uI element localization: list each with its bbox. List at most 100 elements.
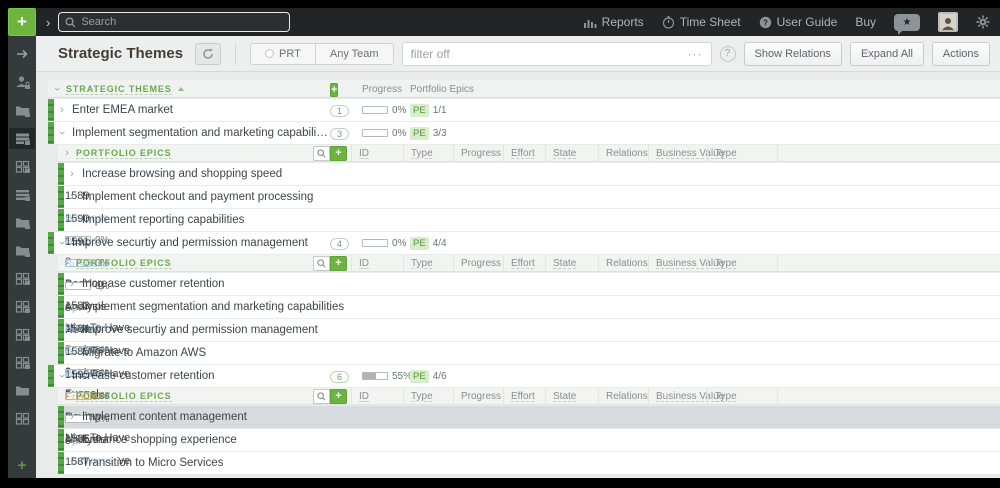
theme-row[interactable]: ›Enter EMEA market10%PE1/1 [48,99,1000,121]
buy-link[interactable]: Buy [855,15,876,29]
column-header-relations[interactable]: Relations [599,148,648,159]
portfolio-epics-label[interactable]: PORTFOLIO EPICS [76,258,172,269]
epic-row[interactable]: ›Implement content management1586Busines… [58,406,1000,428]
theme-row[interactable]: ›Improve securtiy and permission managem… [48,232,1000,254]
filter-input-field[interactable]: ··· [402,42,712,66]
chevron-right-icon[interactable]: › [67,411,77,423]
epic-row[interactable]: ›Implement segmentation and marketing ca… [58,296,1000,318]
epic-search-button[interactable] [313,146,330,161]
chevron-right-icon[interactable]: › [67,214,77,226]
global-add-button[interactable]: + [8,8,36,36]
column-header-relations[interactable]: Relations [599,391,648,402]
grid-lock-icon[interactable] [9,352,35,373]
epic-row[interactable]: ›Enhance shopping experience1587Business… [58,429,1000,451]
plus-icon[interactable]: + [9,455,35,476]
chevron-right-icon[interactable]: › [67,278,77,290]
chevron-down-icon[interactable]: › [56,128,68,138]
user-avatar[interactable] [938,12,958,32]
column-header-relations[interactable]: Relations [599,258,648,269]
chevron-right-icon[interactable]: › [62,147,72,159]
chevron-right-icon[interactable]: › [46,15,50,30]
epic-row[interactable]: ›Implement reporting capabilities1591Bus… [58,209,1000,231]
list-lock-icon[interactable] [9,184,35,205]
arrow-right-icon[interactable] [9,44,35,65]
chevron-right-icon[interactable]: › [57,104,67,116]
column-header-effort[interactable]: Effort [504,148,535,159]
chevron-right-icon[interactable]: › [62,390,72,402]
chevron-right-icon[interactable]: › [67,191,77,203]
grid-lock-icon[interactable] [9,268,35,289]
column-header-state[interactable]: State [546,258,576,269]
show-relations-button[interactable]: Show Relations [744,42,842,66]
search-input[interactable] [81,16,283,28]
folder-lock-icon[interactable] [9,100,35,121]
chevron-right-icon[interactable]: › [67,457,77,469]
grid-lock-icon[interactable] [9,156,35,177]
actions-button[interactable]: Actions [932,42,990,66]
filter-help-button[interactable]: ? [720,46,736,62]
refresh-button[interactable] [195,43,221,65]
epic-row[interactable]: ›Implement checkout and payment processi… [58,186,1000,208]
column-header-id[interactable]: ID [352,391,369,402]
column-header-effort[interactable]: Effort [504,391,535,402]
chevron-right-icon[interactable]: › [67,324,77,336]
column-header-portfolio-epics[interactable]: Portfolio Epics [403,84,1000,95]
add-epic-button[interactable]: + [330,256,347,271]
folder-lock-icon[interactable] [9,240,35,261]
expand-all-button[interactable]: Expand All [850,42,924,66]
grid-lock-icon[interactable] [9,324,35,345]
feedback-star-icon[interactable]: ★ [894,14,920,31]
chevron-down-icon[interactable]: › [56,371,68,381]
strategic-themes-label[interactable]: STRATEGIC THEMES [66,84,172,95]
column-header-progress[interactable]: Progress [454,391,501,402]
column-header-effort[interactable]: Effort [504,258,535,269]
chevron-down-icon[interactable]: › [56,238,68,248]
add-epic-button[interactable]: + [330,389,347,404]
add-theme-button[interactable]: + [330,83,338,97]
column-header-id[interactable]: ID [352,258,369,269]
theme-row[interactable]: ›Implement segmentation and marketing ca… [48,122,1000,144]
portfolio-epics-label[interactable]: PORTFOLIO EPICS [76,148,172,159]
folder-lock-icon[interactable] [9,212,35,233]
reports-link[interactable]: Reports [584,15,644,29]
epic-search-button[interactable] [313,389,330,404]
settings-gear-icon[interactable] [976,15,990,29]
column-header-type[interactable]: Type [404,391,433,402]
column-header-progress[interactable]: Progress [454,148,501,159]
column-header-type[interactable]: Type [404,258,433,269]
epic-row[interactable]: ›Migrate to Amazon AWS1595Enabler0%0ptAn… [58,342,1000,364]
filter-more-button[interactable]: ··· [688,47,703,61]
user-lock-icon[interactable] [9,72,35,93]
column-header-type[interactable]: Type [708,391,737,402]
add-epic-button[interactable]: + [330,146,347,161]
column-header-type[interactable]: Type [404,148,433,159]
chevron-right-icon[interactable]: › [62,257,72,269]
epic-row[interactable]: ›Increase browsing and shopping speed158… [58,163,1000,185]
column-header-progress[interactable]: Progress [355,84,403,95]
column-header-progress[interactable]: Progress [454,258,501,269]
folder-icon[interactable] [9,380,35,401]
time-sheet-link[interactable]: Time Sheet [662,15,741,29]
theme-row[interactable]: ›Increase customer retention655%PE4/6 [48,365,1000,387]
grid-icon[interactable] [9,408,35,429]
epic-row[interactable]: ›Increase customer retention1583Business… [58,273,1000,295]
any-team-button[interactable]: Any Team [315,43,394,65]
board-lock-icon[interactable] [9,128,35,149]
chevron-right-icon[interactable]: › [67,301,77,313]
portfolio-epics-label[interactable]: PORTFOLIO EPICS [76,391,172,402]
column-header-type[interactable]: Type [708,258,737,269]
chevron-down-icon[interactable]: › [51,84,63,94]
grid-lock-icon[interactable] [9,296,35,317]
column-header-state[interactable]: State [546,391,576,402]
epic-search-button[interactable] [313,256,330,271]
epic-row[interactable]: ›Improve securtiy and permission managem… [58,319,1000,341]
filter-input[interactable] [411,47,688,61]
prt-toggle[interactable]: PRT [250,43,315,65]
chevron-right-icon[interactable]: › [67,347,77,359]
column-header-type[interactable]: Type [708,148,737,159]
user-guide-link[interactable]: ? User Guide [759,15,838,29]
chevron-right-icon[interactable]: › [67,434,77,446]
column-header-state[interactable]: State [546,148,576,159]
chevron-right-icon[interactable]: › [67,168,77,180]
global-search[interactable] [58,12,290,32]
